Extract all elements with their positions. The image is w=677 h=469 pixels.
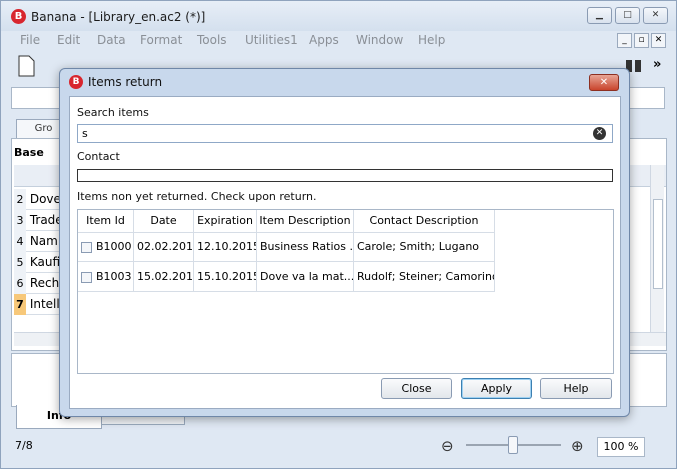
window-title: Banana - [Library_en.ac2 (*)]	[31, 10, 206, 24]
doc-minimize-button[interactable]: _	[617, 33, 632, 48]
menu-apps[interactable]: Apps	[309, 33, 339, 47]
menu-format[interactable]: Format	[140, 33, 182, 47]
search-label: Search items	[77, 106, 149, 119]
expiration-cell: 15.10.2015	[194, 262, 257, 291]
dialog-close-button[interactable]: ✕	[589, 74, 619, 91]
status-bar: 7/8 ⊖ ⊕ 100 %	[1, 431, 676, 469]
zoom-in-icon[interactable]: ⊕	[571, 437, 584, 455]
clear-search-icon[interactable]: ✕	[593, 127, 606, 140]
column-header[interactable]: Expiration	[194, 210, 257, 232]
vertical-scrollbar[interactable]	[650, 165, 664, 332]
menu-utilities[interactable]: Utilities1	[245, 33, 298, 47]
hint-text: Items non yet returned. Check upon retur…	[77, 190, 317, 203]
doc-restore-button[interactable]: ▫	[634, 33, 649, 48]
menu-file[interactable]: File	[20, 33, 40, 47]
banana-logo-icon: B	[11, 9, 26, 24]
date-cell: 02.02.2016	[134, 232, 194, 261]
banana-logo-icon: B	[69, 75, 83, 89]
contact-cell: Carole; Smith; Lugano	[354, 232, 495, 261]
column-header[interactable]: Date	[134, 210, 194, 232]
menu-bar: File Edit Data Format Tools Utilities1 A…	[1, 31, 676, 51]
item-id-cell[interactable]: B1000	[78, 232, 134, 261]
zoom-value[interactable]: 100 %	[597, 437, 645, 457]
help-button[interactable]: Help	[540, 378, 612, 399]
contact-label: Contact	[77, 150, 120, 163]
item-id-cell[interactable]: B1003	[78, 262, 134, 291]
column-header[interactable]: Item Id	[78, 210, 134, 232]
contact-field[interactable]	[77, 169, 613, 182]
date-cell: 15.02.2016	[134, 262, 194, 291]
doc-close-button[interactable]: ✕	[651, 33, 666, 48]
close-window-button[interactable]: ✕	[643, 7, 668, 24]
contact-cell: Rudolf; Steiner; Camorino	[354, 262, 495, 291]
table-name: Base	[14, 146, 44, 159]
dialog-body: Search items s ✕ Contact Items non yet r…	[69, 96, 621, 409]
close-button[interactable]: Close	[381, 378, 452, 399]
menu-edit[interactable]: Edit	[57, 33, 80, 47]
maximize-button[interactable]: □	[615, 7, 640, 24]
items-return-dialog: B Items return ✕ Search items s ✕ Contac…	[59, 68, 630, 417]
column-header[interactable]: Item Description	[257, 210, 354, 232]
minimize-button[interactable]: ▁	[587, 7, 612, 24]
title-bar: B Banana - [Library_en.ac2 (*)] ▁ □ ✕	[1, 1, 676, 31]
dialog-title: Items return	[88, 75, 163, 89]
search-input[interactable]: s ✕	[77, 124, 613, 143]
new-file-icon[interactable]	[15, 54, 37, 78]
items-table: Item Id Date Expiration Item Description…	[77, 209, 614, 374]
column-header[interactable]: Contact Description	[354, 210, 495, 232]
description-cell: Business Ratios ...	[257, 232, 354, 261]
menu-help[interactable]: Help	[418, 33, 445, 47]
description-cell: Dove va la mat...	[257, 262, 354, 291]
return-checkbox[interactable]	[81, 241, 92, 253]
toolbar-overflow-icon[interactable]: »	[653, 57, 661, 72]
expiration-cell: 12.10.2015	[194, 232, 257, 261]
apply-button[interactable]: Apply	[461, 378, 532, 399]
zoom-slider-thumb[interactable]	[508, 436, 518, 454]
menu-data[interactable]: Data	[97, 33, 126, 47]
dialog-title-bar: B Items return ✕	[60, 69, 629, 95]
scrollbar-thumb[interactable]	[653, 199, 663, 289]
return-checkbox[interactable]	[81, 271, 92, 283]
zoom-out-icon[interactable]: ⊖	[441, 437, 454, 455]
menu-window[interactable]: Window	[356, 33, 403, 47]
row-count: 7/8	[15, 439, 33, 452]
menu-tools[interactable]: Tools	[197, 33, 227, 47]
